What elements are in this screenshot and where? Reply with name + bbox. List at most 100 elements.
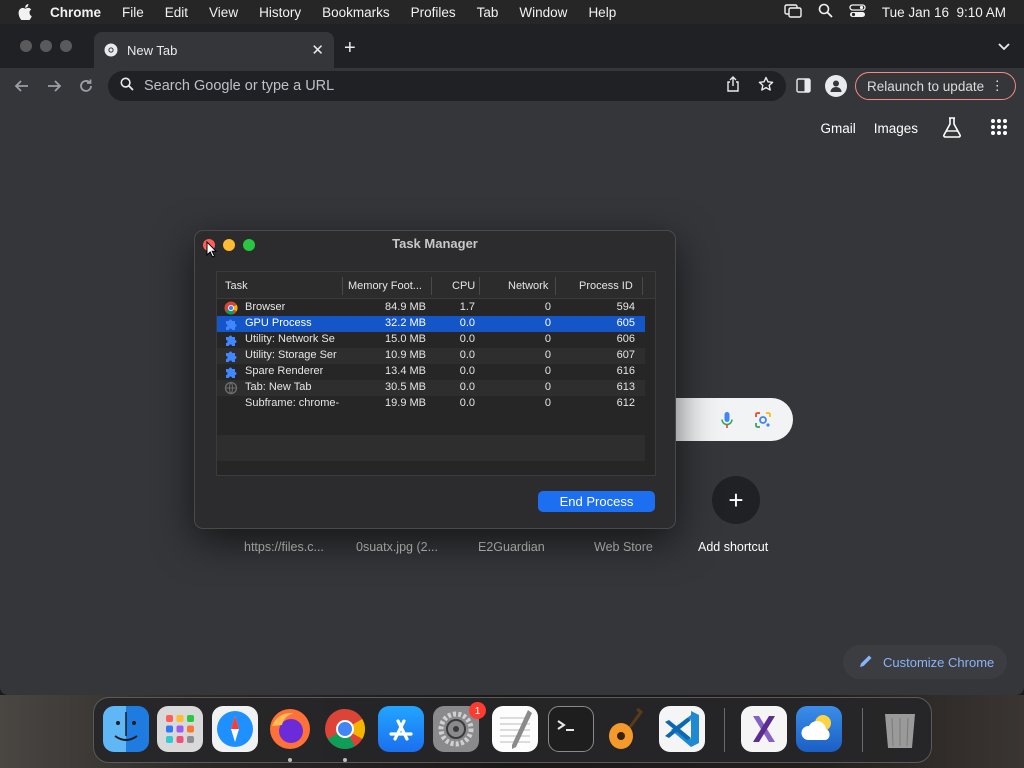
table-row[interactable]: Utility: Network Se 15.0 MB 0.0 0 606 (217, 332, 645, 348)
cell-memory: 10.9 MB (385, 349, 426, 361)
cell-task: Browser (245, 301, 286, 313)
images-link[interactable]: Images (874, 121, 918, 136)
cell-network: 0 (544, 381, 551, 393)
reload-icon[interactable] (77, 77, 95, 95)
visual-studio-icon[interactable] (741, 706, 787, 752)
weather-icon[interactable] (796, 706, 842, 752)
menu-help[interactable]: Help (588, 5, 616, 20)
menu-app-name[interactable]: Chrome (50, 5, 101, 20)
column-header-process-id[interactable]: Process ID (579, 280, 633, 292)
column-header-memory[interactable]: Memory Foot... (348, 280, 422, 292)
finder-icon[interactable] (103, 706, 149, 752)
process-table: Task Memory Foot... CPU Network Process … (216, 271, 656, 476)
table-row[interactable]: Browser 84.9 MB 1.7 0 594 (217, 300, 645, 316)
table-row[interactable]: Subframe: chrome- 19.9 MB 0.0 0 612 (217, 396, 645, 412)
chrome-favicon-icon (104, 43, 118, 57)
menu-bookmarks[interactable]: Bookmarks (322, 5, 390, 20)
shortcut-label[interactable]: 0suatx.jpg (2... (356, 540, 438, 554)
cell-network: 0 (544, 365, 551, 377)
gmail-link[interactable]: Gmail (820, 121, 855, 136)
cell-process-id: 616 (616, 365, 635, 377)
cell-network: 0 (544, 317, 551, 329)
control-center-icon[interactable] (849, 3, 866, 21)
menu-window[interactable]: Window (519, 5, 567, 20)
column-header-cpu[interactable]: CPU (452, 280, 475, 292)
menu-file[interactable]: File (122, 5, 144, 20)
address-bar[interactable]: Search Google or type a URL (108, 71, 786, 101)
menu-tab[interactable]: Tab (477, 5, 499, 20)
forward-arrow-icon[interactable] (45, 77, 63, 95)
puzzle-icon (224, 333, 238, 347)
search-icon (120, 77, 134, 95)
running-indicator (343, 758, 347, 762)
customize-chrome-button[interactable]: Customize Chrome (843, 645, 1007, 679)
column-divider[interactable] (479, 277, 480, 295)
column-divider[interactable] (342, 277, 343, 295)
share-icon[interactable] (726, 76, 740, 96)
chrome-icon[interactable] (322, 706, 368, 752)
end-process-button[interactable]: End Process (538, 491, 655, 512)
safari-icon[interactable] (212, 706, 258, 752)
menu-edit[interactable]: Edit (165, 5, 188, 20)
back-arrow-icon[interactable] (13, 77, 31, 95)
chevron-down-icon[interactable] (998, 38, 1010, 56)
menu-profiles[interactable]: Profiles (411, 5, 456, 20)
table-row[interactable]: GPU Process 32.2 MB 0.0 0 605 (217, 316, 645, 332)
window-minimize-button[interactable] (40, 40, 52, 52)
cell-network: 0 (544, 349, 551, 361)
apple-icon[interactable] (16, 0, 34, 24)
task-manager-window: Task Manager Task Memory Foot... CPU Net… (194, 230, 676, 529)
launchpad-icon[interactable] (157, 706, 203, 752)
bookmark-star-icon[interactable] (758, 76, 774, 96)
menu-history[interactable]: History (259, 5, 301, 20)
column-divider[interactable] (431, 277, 432, 295)
new-tab-icon[interactable]: + (344, 37, 356, 60)
window-close-button[interactable] (20, 40, 32, 52)
column-header-network[interactable]: Network (508, 280, 548, 292)
tab-new-tab[interactable]: New Tab ✕ (94, 32, 334, 68)
terminal-icon[interactable] (548, 706, 594, 752)
app-store-icon[interactable] (378, 706, 424, 752)
labs-flask-icon[interactable] (942, 116, 962, 141)
puzzle-icon (224, 349, 238, 363)
table-row[interactable]: Tab: New Tab 30.5 MB 0.0 0 613 (217, 380, 645, 396)
column-divider[interactable] (555, 277, 556, 295)
relaunch-to-update-button[interactable]: Relaunch to update ⋮ (855, 72, 1016, 100)
column-header-task[interactable]: Task (225, 280, 248, 292)
relaunch-label: Relaunch to update (867, 78, 985, 94)
cell-cpu: 0.0 (459, 397, 475, 409)
garageband-icon[interactable] (603, 706, 649, 752)
cell-task: Tab: New Tab (245, 381, 312, 393)
add-shortcut-label[interactable]: Add shortcut (698, 540, 768, 554)
voice-search-mic-icon[interactable] (721, 411, 733, 434)
profile-avatar-icon[interactable] (825, 75, 847, 97)
google-lens-icon[interactable] (754, 411, 772, 434)
column-divider[interactable] (642, 277, 643, 295)
tab-title: New Tab (127, 42, 178, 58)
window-zoom-button[interactable] (60, 40, 72, 52)
menu-clock[interactable]: Tue Jan 16 9:10 AM (882, 5, 1006, 20)
menu-view[interactable]: View (209, 5, 238, 20)
table-row[interactable]: Spare Renderer 13.4 MB 0.0 0 616 (217, 364, 645, 380)
cell-task: Utility: Network Se (245, 333, 335, 345)
shortcut-label[interactable]: https://files.c... (244, 540, 324, 554)
spotlight-search-icon[interactable] (818, 3, 833, 21)
table-row[interactable]: Utility: Storage Ser 10.9 MB 0.0 0 607 (217, 348, 645, 364)
side-panel-icon[interactable] (796, 78, 811, 98)
dock: 1 (93, 697, 932, 763)
tab-strip: New Tab ✕ + (0, 24, 1024, 68)
plus-icon: + (728, 484, 744, 515)
textedit-icon[interactable] (492, 706, 538, 752)
vscode-icon[interactable] (659, 706, 705, 752)
cell-network: 0 (544, 301, 551, 313)
firefox-icon[interactable] (267, 706, 313, 752)
apps-grid-icon[interactable] (990, 118, 1008, 139)
screen-mirroring-icon[interactable] (784, 3, 802, 21)
tab-close-icon[interactable]: ✕ (311, 41, 324, 59)
cell-process-id: 613 (616, 381, 635, 393)
shortcut-label[interactable]: E2Guardian (478, 540, 545, 554)
customize-chrome-label: Customize Chrome (883, 654, 995, 670)
trash-icon[interactable] (877, 706, 923, 752)
add-shortcut-button[interactable]: + (712, 476, 760, 524)
shortcut-label[interactable]: Web Store (594, 540, 653, 554)
